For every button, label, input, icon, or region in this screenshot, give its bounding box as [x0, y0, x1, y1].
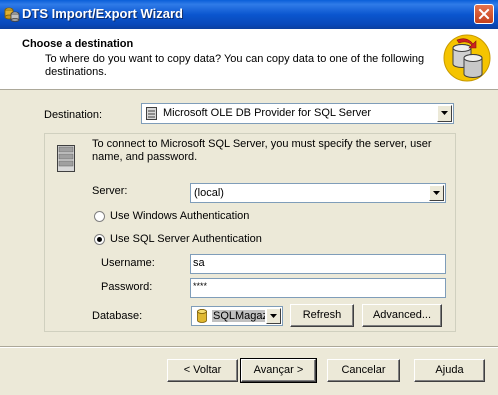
database-dropdown-button[interactable] [266, 308, 281, 324]
server-label: Server: [92, 185, 128, 197]
page-description: To where do you want to copy data? You c… [45, 53, 425, 78]
database-select[interactable]: SQLMagazine [191, 306, 283, 326]
chevron-down-icon [441, 111, 448, 115]
next-button[interactable]: Avançar > [240, 358, 317, 383]
password-label: Password: [101, 281, 153, 293]
title-bar[interactable]: DTS Import/Export Wizard [0, 0, 498, 29]
destination-select[interactable]: Microsoft OLE DB Provider for SQL Server [141, 103, 454, 124]
connection-info-text: To connect to Microsoft SQL Server, you … [92, 138, 432, 163]
database-transfer-icon [443, 34, 491, 82]
server-dropdown-button[interactable] [429, 185, 444, 201]
app-icon [4, 7, 20, 22]
close-icon [478, 8, 490, 20]
server-provider-icon [146, 107, 157, 120]
advanced-button[interactable]: Advanced... [362, 304, 442, 327]
wizard-header: Choose a destination To where do you wan… [0, 29, 498, 90]
destination-label: Destination: [44, 109, 103, 121]
sql-auth-radio[interactable] [94, 234, 105, 245]
back-button[interactable]: < Voltar [167, 359, 238, 382]
radio-selected-dot [97, 237, 102, 242]
password-input[interactable]: **** [190, 278, 446, 298]
sql-auth-label[interactable]: Use SQL Server Authentication [110, 233, 262, 245]
chevron-down-icon [433, 191, 440, 195]
destination-value: Microsoft OLE DB Provider for SQL Server [163, 107, 372, 119]
username-input[interactable]: sa [190, 254, 446, 274]
database-label: Database: [92, 310, 143, 322]
destination-dropdown-button[interactable] [437, 105, 452, 122]
database-icon [197, 309, 207, 323]
refresh-button[interactable]: Refresh [290, 304, 354, 327]
database-value: SQLMagazine [212, 310, 265, 322]
windows-auth-label[interactable]: Use Windows Authentication [110, 210, 249, 222]
server-select[interactable]: (local) [190, 183, 446, 203]
username-label: Username: [101, 257, 155, 269]
windows-auth-radio[interactable] [94, 211, 105, 222]
page-title: Choose a destination [22, 38, 134, 50]
cancel-button[interactable]: Cancelar [327, 359, 400, 382]
window-title: DTS Import/Export Wizard [22, 6, 183, 21]
close-button[interactable] [474, 4, 494, 24]
footer-separator [0, 346, 498, 348]
sql-server-icon [57, 145, 75, 172]
help-button[interactable]: Ajuda [414, 359, 485, 382]
chevron-down-icon [270, 314, 277, 318]
server-value: (local) [194, 187, 224, 199]
